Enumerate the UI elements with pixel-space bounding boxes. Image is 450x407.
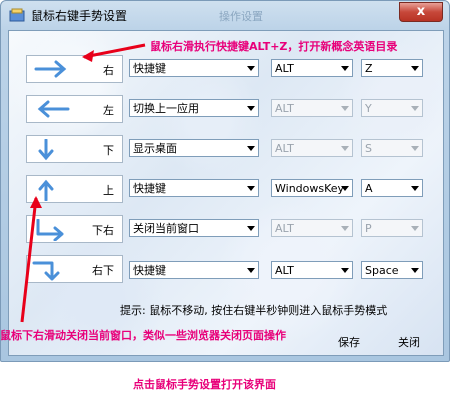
arrow-right-icon (34, 60, 67, 78)
chevron-down-icon (341, 66, 349, 71)
action-select-up[interactable]: 快捷键 (129, 179, 259, 197)
app-icon (9, 8, 25, 22)
chevron-down-icon (411, 106, 419, 111)
action-select-right-down[interactable]: 快捷键 (129, 261, 259, 279)
window-title: 鼠标右键手势设置 (31, 9, 128, 23)
action-select-left[interactable]: 切换上一应用 (129, 99, 259, 117)
modifier-select-down: ALT (271, 139, 353, 157)
key-select-right-down[interactable]: Space (361, 261, 423, 279)
arrow-down-icon (38, 139, 54, 161)
modifier-select-right-down[interactable]: ALT (271, 261, 353, 279)
chevron-down-icon (341, 186, 349, 191)
chevron-down-icon (247, 268, 255, 273)
arrow-right-down-icon (32, 261, 60, 281)
chevron-down-icon (411, 186, 419, 191)
title-bar[interactable]: 鼠标右键手势设置 操作设置 x (1, 1, 449, 29)
modifier-select-left: ALT (271, 99, 353, 117)
gesture-label: 右 (103, 64, 114, 77)
gesture-right-down: 右下 (26, 255, 123, 283)
hint-text: 提示: 鼠标不移动, 按住右键半秒钟则进入鼠标手势模式 (120, 304, 388, 317)
action-select-down[interactable]: 显示桌面 (129, 139, 259, 157)
key-select-right[interactable]: Z (361, 59, 423, 77)
gesture-left: 左 (26, 95, 123, 123)
annotation-bottom: 鼠标下右滑动关闭当前窗口，类似一些浏览器关闭页面操作 (0, 329, 286, 342)
key-select-down-right: P (361, 219, 423, 237)
modifier-select-up[interactable]: WindowsKey (271, 179, 353, 197)
chevron-down-icon (247, 146, 255, 151)
arrow-up-icon (38, 179, 54, 201)
modifier-select-right[interactable]: ALT (271, 59, 353, 77)
gesture-down: 下 (26, 135, 123, 163)
gesture-label: 右下 (92, 264, 114, 277)
arrow-left-icon (37, 100, 70, 118)
chevron-down-icon (247, 226, 255, 231)
chevron-down-icon (247, 66, 255, 71)
gesture-label: 下 (103, 144, 114, 157)
chevron-down-icon (341, 226, 349, 231)
chevron-down-icon (341, 268, 349, 273)
gesture-up: 上 (26, 175, 123, 203)
save-button[interactable]: 保存 (338, 334, 360, 350)
chevron-down-icon (411, 146, 419, 151)
annotation-top: 鼠标右滑执行快捷键ALT+Z，打开新概念英语目录 (150, 40, 398, 53)
gesture-label: 左 (103, 104, 114, 117)
window-close-button[interactable]: x (399, 2, 443, 22)
action-select-down-right[interactable]: 关闭当前窗口 (129, 219, 259, 237)
key-select-down: S (361, 139, 423, 157)
chevron-down-icon (341, 106, 349, 111)
close-button[interactable]: 关闭 (398, 334, 420, 350)
chevron-down-icon (247, 186, 255, 191)
gesture-label: 上 (103, 184, 114, 197)
key-select-up[interactable]: A (361, 179, 423, 197)
chevron-down-icon (411, 66, 419, 71)
key-select-left: Y (361, 99, 423, 117)
caption: 点击鼠标手势设置打开该界面 (133, 378, 276, 391)
chevron-down-icon (341, 146, 349, 151)
chevron-down-icon (411, 226, 419, 231)
gesture-right: 右 (26, 55, 123, 83)
chevron-down-icon (411, 268, 419, 273)
action-select-right[interactable]: 快捷键 (129, 59, 259, 77)
gesture-down-right: 下右 (26, 215, 123, 243)
chevron-down-icon (247, 106, 255, 111)
modifier-select-down-right: ALT (271, 219, 353, 237)
arrow-down-right-icon (36, 219, 64, 241)
ghost-title: 操作设置 (219, 10, 263, 23)
gesture-label: 下右 (92, 224, 114, 237)
